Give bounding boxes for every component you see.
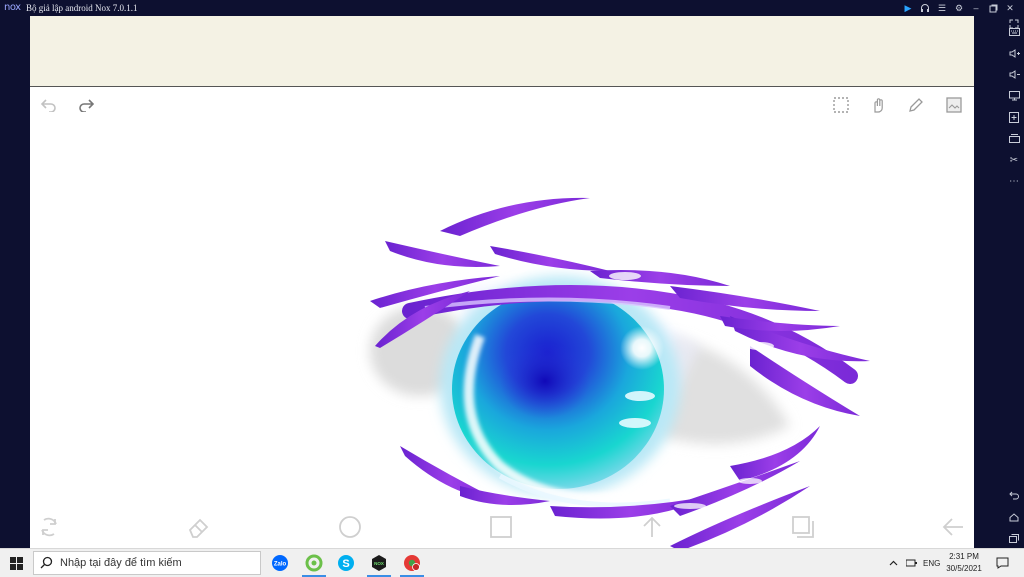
- svg-text:S: S: [342, 558, 349, 570]
- undo-icon[interactable]: [40, 96, 58, 114]
- eye-highlight: [620, 326, 664, 370]
- headset-icon[interactable]: [919, 2, 931, 14]
- transform-icon[interactable]: [36, 514, 62, 540]
- layers-icon[interactable]: [945, 96, 963, 114]
- window-controls: ▶ ☰ ⚙ – ✕: [902, 1, 1016, 15]
- circle-icon[interactable]: [337, 514, 363, 540]
- eraser-icon[interactable]: [186, 514, 212, 540]
- window-title: Bộ giả lập android Nox 7.0.1.1: [26, 3, 138, 13]
- upload-arrow-icon[interactable]: [639, 514, 665, 540]
- back-arrow-icon[interactable]: [940, 514, 966, 540]
- language-indicator[interactable]: ENG: [923, 549, 940, 577]
- close-icon[interactable]: ✕: [1004, 2, 1016, 14]
- clock-time: 2:31 PM: [949, 552, 979, 561]
- nox-icon[interactable]: NOX: [361, 549, 397, 577]
- scissors-icon[interactable]: ✂: [1004, 152, 1024, 168]
- svg-text:Zalo: Zalo: [274, 562, 287, 568]
- search-placeholder: Nhập tại đây để tìm kiếm: [60, 557, 182, 569]
- android-screen: [30, 16, 974, 548]
- emulator-sidebar: ✂ ⋯: [1004, 16, 1024, 548]
- green-app-icon[interactable]: [296, 549, 332, 577]
- volume-up-icon[interactable]: [1004, 45, 1024, 61]
- red-app-icon[interactable]: [394, 549, 430, 577]
- pupil: [500, 343, 590, 419]
- hand-icon[interactable]: [869, 96, 887, 114]
- add-apk-icon[interactable]: [1004, 109, 1024, 125]
- taskbar-clock[interactable]: 2:31 PM 30/5/2021: [940, 551, 988, 575]
- redo-icon[interactable]: [77, 96, 95, 114]
- skype-icon[interactable]: S: [328, 549, 364, 577]
- restore-icon[interactable]: [987, 2, 999, 14]
- back-icon[interactable]: [1004, 487, 1024, 503]
- play-icon[interactable]: ▶: [902, 2, 914, 14]
- minimize-icon[interactable]: –: [970, 2, 982, 14]
- nox-logo: nox: [4, 2, 21, 13]
- svg-text:NOX: NOX: [374, 561, 384, 566]
- screen-icon[interactable]: [1004, 88, 1024, 104]
- windows-taskbar: Nhập tại đây để tìm kiếm Zalo S NOX ENG …: [0, 548, 1024, 577]
- network-icon[interactable]: [906, 549, 918, 577]
- settings-icon[interactable]: ⚙: [953, 2, 965, 14]
- pencil-icon[interactable]: [907, 96, 925, 114]
- square-icon[interactable]: [488, 514, 514, 540]
- recents-icon[interactable]: [1004, 530, 1024, 546]
- copy-layers-icon[interactable]: [790, 514, 816, 540]
- tray-overflow-icon[interactable]: [889, 549, 898, 577]
- zalo-icon[interactable]: Zalo: [262, 549, 298, 577]
- emulator-title-bar: nox Bộ giả lập android Nox 7.0.1.1 ▶ ☰ ⚙…: [0, 0, 1024, 16]
- home-icon[interactable]: [1004, 509, 1024, 525]
- windows-start-icon[interactable]: [0, 549, 32, 577]
- selection-icon[interactable]: [832, 96, 850, 114]
- drawing-canvas[interactable]: [30, 86, 974, 548]
- top-banner: [30, 16, 974, 87]
- keyboard-icon[interactable]: [1004, 24, 1024, 40]
- notifications-icon[interactable]: [996, 549, 1009, 577]
- clock-date: 30/5/2021: [946, 564, 982, 573]
- volume-down-icon[interactable]: [1004, 66, 1024, 82]
- multi-instance-icon[interactable]: [1004, 130, 1024, 146]
- search-icon: [40, 556, 53, 574]
- menu-icon[interactable]: ☰: [936, 2, 948, 14]
- taskbar-search-box[interactable]: Nhập tại đây để tìm kiếm: [33, 551, 261, 575]
- more-icon[interactable]: ⋯: [1004, 173, 1024, 189]
